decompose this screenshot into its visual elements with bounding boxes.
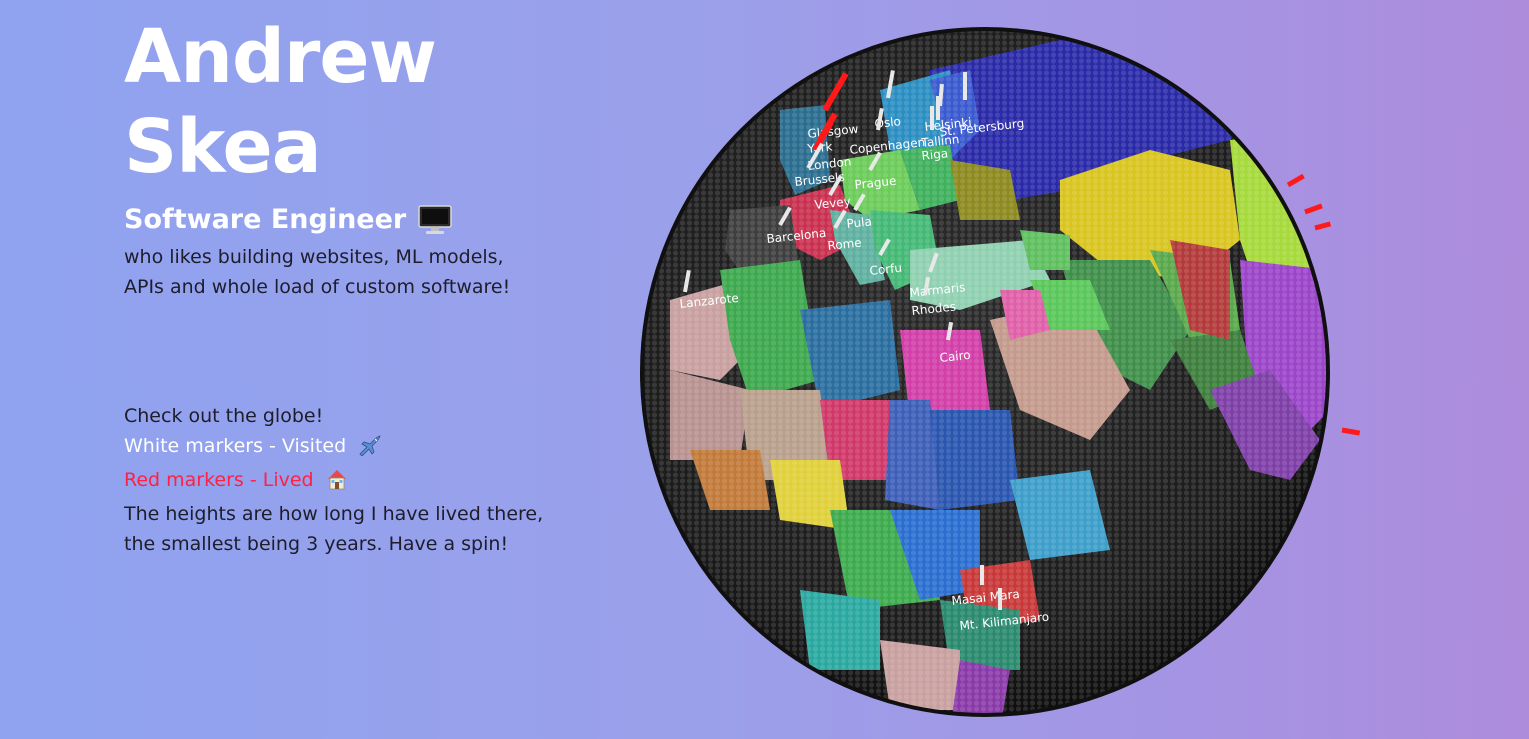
lived-marker[interactable] xyxy=(1341,427,1361,436)
desktop-computer-icon xyxy=(418,205,452,235)
legend-note-line1: The heights are how long I have lived th… xyxy=(124,503,544,525)
city-label: Riga xyxy=(921,146,949,163)
legend-lived-text: Red markers - Lived xyxy=(124,469,314,491)
airplane-icon xyxy=(358,434,382,465)
job-title: Software Engineer xyxy=(124,202,564,238)
legend-visited-text: White markers - Visited xyxy=(124,435,347,457)
lived-marker[interactable] xyxy=(1286,173,1305,188)
legend-note-line2: the smallest being 3 years. Have a spin! xyxy=(124,533,509,555)
intro-section: Andrew Skea Software Engineer who likes … xyxy=(124,12,564,302)
region-mongolia xyxy=(1270,100,1328,180)
page-title: Andrew Skea xyxy=(124,12,564,192)
lived-marker[interactable] xyxy=(1314,221,1332,231)
globe[interactable]: LanzaroteGlasgowYorkLondonBrusselsVeveyB… xyxy=(630,10,1370,735)
job-title-text: Software Engineer xyxy=(124,204,407,235)
name-last: Skea xyxy=(124,104,322,190)
globe-container[interactable]: LanzaroteGlasgowYorkLondonBrusselsVeveyB… xyxy=(630,10,1370,735)
legend-visited: White markers - Visited xyxy=(124,431,544,465)
lived-marker[interactable] xyxy=(1304,203,1323,215)
legend-lived: Red markers - Lived xyxy=(124,465,544,499)
legend-intro: Check out the globe! xyxy=(124,405,324,427)
city-label: Pula xyxy=(846,214,873,231)
tagline: who likes building websites, ML models, … xyxy=(124,246,511,298)
globe-legend: Check out the globe! White markers - Vis… xyxy=(124,401,544,559)
house-icon xyxy=(326,468,348,499)
marker-helsinki[interactable] xyxy=(938,83,944,107)
name-first: Andrew xyxy=(124,14,437,100)
